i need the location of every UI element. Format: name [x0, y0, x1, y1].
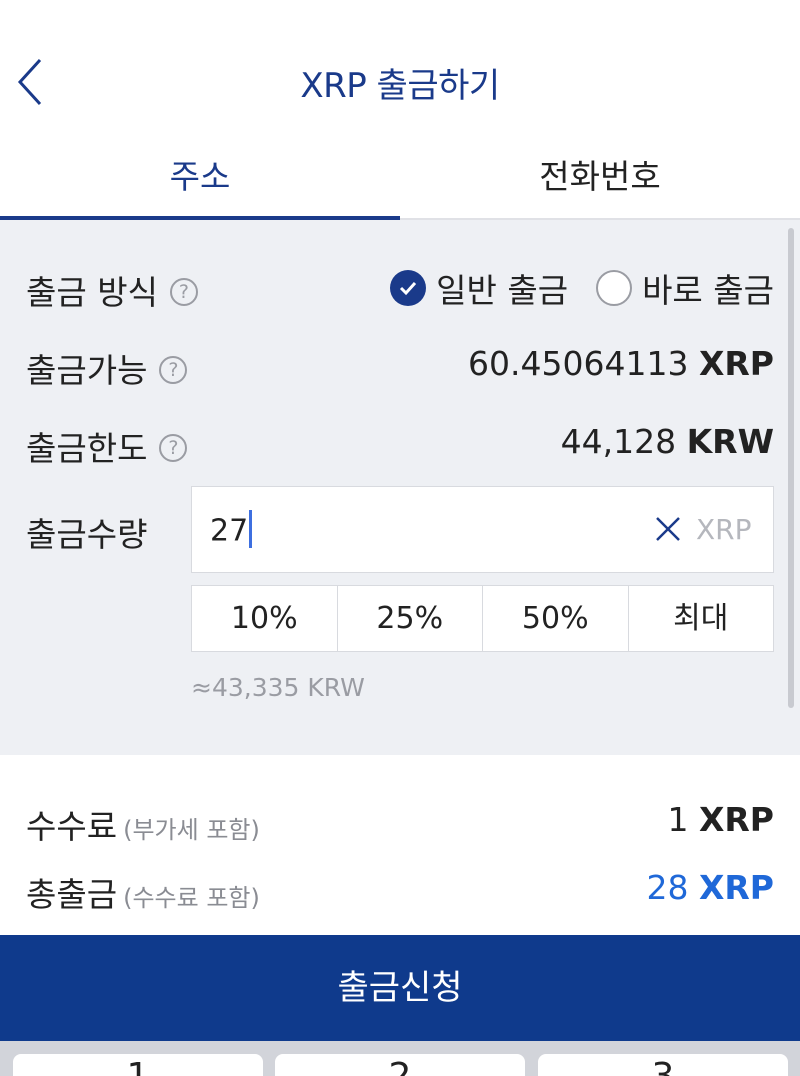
- available-amount: 60.45064113: [468, 344, 689, 383]
- krw-estimate: ≈43,335 KRW: [191, 673, 365, 702]
- available-row: 출금가능?: [26, 344, 188, 392]
- total-amount: 28: [646, 868, 689, 907]
- withdraw-method-label: 출금 방식: [26, 273, 158, 312]
- key-2[interactable]: 2: [275, 1054, 525, 1076]
- max-button[interactable]: 최대: [629, 586, 774, 651]
- percent-button-group: 10% 25% 50% 최대: [191, 585, 774, 652]
- submit-withdraw-button[interactable]: 출금신청: [0, 935, 800, 1041]
- quantity-input-value: 27: [210, 510, 253, 551]
- text-caret: [249, 510, 253, 548]
- total-note: (수수료 포함): [123, 884, 260, 912]
- limit-unit: KRW: [686, 422, 774, 461]
- tab-address[interactable]: 주소: [0, 140, 400, 222]
- radio-normal-withdraw[interactable]: 일반 출금: [390, 264, 568, 312]
- fee-amount: 1: [667, 800, 689, 839]
- fee-label: 수수료: [26, 807, 118, 846]
- quantity-input[interactable]: 27 XRP: [191, 486, 774, 573]
- limit-amount: 44,128: [560, 422, 677, 461]
- clear-button[interactable]: [650, 511, 686, 547]
- fee-note: (부가세 포함): [123, 816, 260, 844]
- total-unit: XRP: [698, 868, 774, 907]
- available-value: 60.45064113 XRP: [468, 344, 774, 383]
- numeric-keypad: 1 2 3: [0, 1041, 800, 1076]
- total-value: 28 XRP: [646, 868, 774, 907]
- available-label: 출금가능: [26, 351, 148, 390]
- radio-instant-withdraw[interactable]: 바로 출금: [596, 264, 774, 312]
- tab-bar: 주소 전화번호: [0, 140, 800, 222]
- withdraw-method-radio-group: 일반 출금 바로 출금: [362, 266, 774, 310]
- scrollbar[interactable]: [788, 228, 794, 708]
- help-icon[interactable]: ?: [169, 277, 198, 306]
- fee-unit: XRP: [698, 800, 774, 839]
- help-icon[interactable]: ?: [159, 433, 188, 462]
- header: XRP 출금하기: [0, 0, 800, 160]
- close-icon: [656, 517, 680, 541]
- radio-instant-withdraw-label: 바로 출금: [642, 271, 774, 310]
- tab-phone[interactable]: 전화번호: [400, 140, 800, 222]
- unchecked-radio-icon: [596, 270, 633, 306]
- total-label: 총출금: [26, 875, 118, 914]
- percent-25-button[interactable]: 25%: [338, 586, 483, 651]
- help-icon[interactable]: ?: [159, 355, 188, 384]
- quantity-unit: XRP: [696, 513, 752, 546]
- limit-value: 44,128 KRW: [561, 422, 774, 461]
- page-title: XRP 출금하기: [300, 66, 500, 106]
- available-unit: XRP: [698, 344, 774, 383]
- limit-label: 출금한도: [26, 429, 148, 468]
- key-1[interactable]: 1: [13, 1054, 263, 1076]
- percent-10-button[interactable]: 10%: [192, 586, 338, 651]
- radio-normal-withdraw-label: 일반 출금: [436, 271, 569, 310]
- quantity-label: 출금수량: [26, 515, 148, 554]
- fee-row: 수수료 (부가세 포함): [26, 800, 260, 848]
- limit-row: 출금한도?: [26, 422, 188, 470]
- checked-radio-icon: [390, 270, 427, 306]
- percent-50-button[interactable]: 50%: [483, 586, 629, 651]
- key-3[interactable]: 3: [538, 1054, 788, 1076]
- fee-value: 1 XRP: [667, 800, 774, 839]
- withdraw-method-row: 출금 방식?: [26, 266, 198, 314]
- total-row: 총출금 (수수료 포함): [26, 868, 260, 916]
